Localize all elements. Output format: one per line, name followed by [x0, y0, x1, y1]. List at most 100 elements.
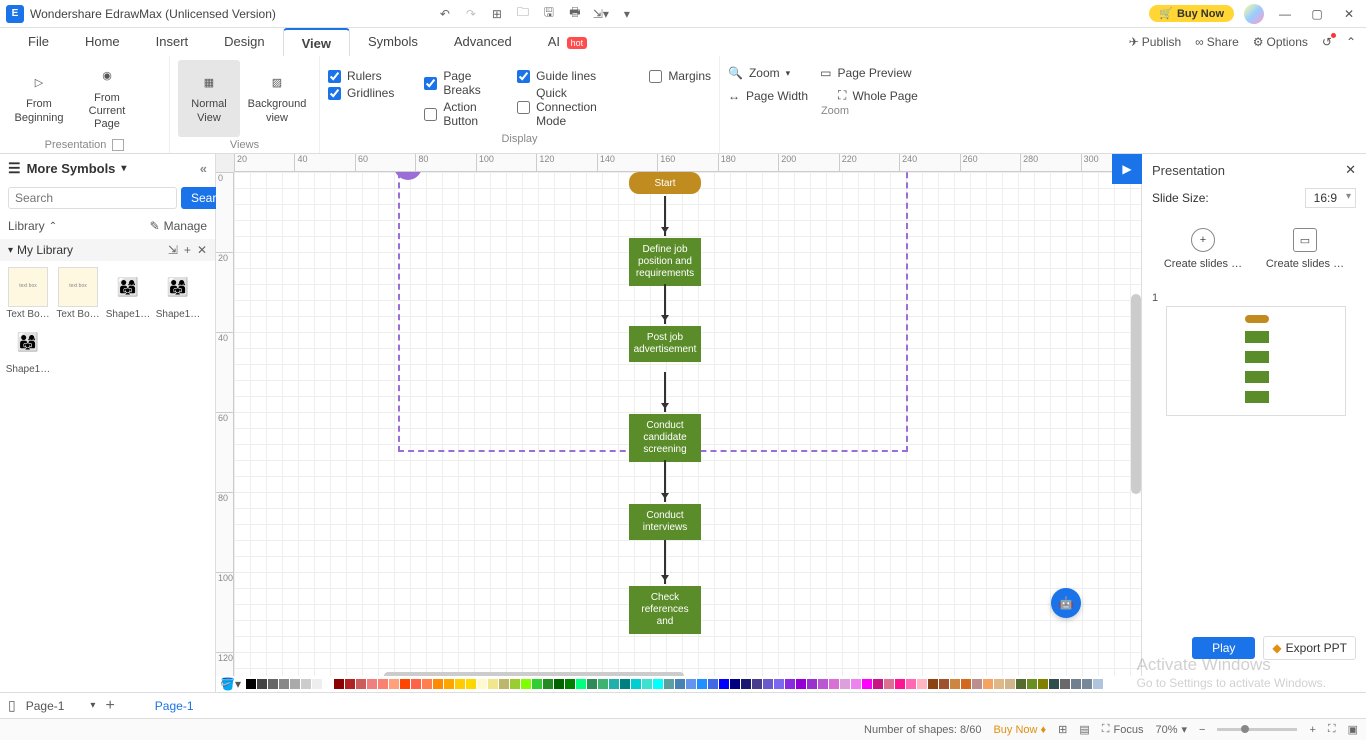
flowchart-start[interactable]: Start [629, 172, 701, 194]
connector[interactable] [664, 284, 666, 324]
vertical-scrollbar[interactable] [1131, 294, 1141, 494]
zoom-button[interactable]: 🔍Zoom▾ [728, 66, 790, 80]
view-mode-icon[interactable]: ⊞ [1058, 723, 1067, 736]
undo-icon[interactable]: ↶ [436, 5, 454, 23]
color-swatch[interactable] [444, 679, 454, 689]
drawing-canvas[interactable]: Start Define job position and requiremen… [234, 172, 1141, 710]
expand-icon[interactable]: ▾ [8, 245, 13, 256]
color-swatch[interactable] [851, 679, 861, 689]
minimize-button[interactable]: — [1274, 7, 1296, 21]
color-swatch[interactable] [400, 679, 410, 689]
zoom-in-button[interactable]: + [1309, 724, 1315, 736]
color-swatch[interactable] [257, 679, 267, 689]
print-icon[interactable]: 🖶 [566, 5, 584, 23]
whole-page-button[interactable]: ⛶Whole Page [838, 88, 918, 103]
library-item[interactable]: text boxText Bo… [54, 267, 102, 320]
color-swatch[interactable] [983, 679, 993, 689]
connector[interactable] [664, 196, 666, 236]
color-swatch[interactable] [686, 679, 696, 689]
options-button[interactable]: ⚙Options [1253, 35, 1308, 49]
flowchart-box[interactable]: Conduct candidate screening [629, 414, 701, 462]
connector[interactable] [664, 372, 666, 412]
color-swatch[interactable] [378, 679, 388, 689]
color-swatch[interactable] [1016, 679, 1026, 689]
menu-ai[interactable]: AI hot [530, 28, 605, 56]
library-item[interactable]: text boxText Bo… [4, 267, 52, 320]
color-swatch[interactable] [411, 679, 421, 689]
color-swatch[interactable] [312, 679, 322, 689]
create-slides-auto-button[interactable]: ▭ Create slides … [1266, 228, 1344, 270]
color-swatch[interactable] [928, 679, 938, 689]
fit-page-icon[interactable]: ⛶ [1328, 723, 1336, 736]
color-swatch[interactable] [939, 679, 949, 689]
color-swatch[interactable] [774, 679, 784, 689]
flowchart-box[interactable]: Post job advertisement [629, 326, 701, 362]
color-swatch[interactable] [1027, 679, 1037, 689]
collapse-panel-icon[interactable]: « [200, 161, 207, 176]
flowchart-box[interactable]: Define job position and requirements [629, 238, 701, 286]
page-layout-icon[interactable]: ▯ [8, 697, 16, 714]
color-swatch[interactable] [642, 679, 652, 689]
color-swatch[interactable] [873, 679, 883, 689]
color-swatch[interactable] [477, 679, 487, 689]
selection-frame[interactable] [398, 172, 908, 452]
color-swatch[interactable] [499, 679, 509, 689]
color-swatch[interactable] [796, 679, 806, 689]
color-swatch[interactable] [752, 679, 762, 689]
create-slides-button[interactable]: + Create slides … [1164, 228, 1242, 270]
share-button[interactable]: ∞Share [1195, 35, 1239, 49]
page-width-button[interactable]: ↔Page Width [728, 88, 808, 103]
color-swatch[interactable] [576, 679, 586, 689]
page-tab[interactable]: Page-1 [155, 699, 194, 713]
color-swatch[interactable] [543, 679, 553, 689]
color-swatch[interactable] [1082, 679, 1092, 689]
color-swatch[interactable] [697, 679, 707, 689]
color-swatch[interactable] [708, 679, 718, 689]
color-swatch[interactable] [334, 679, 344, 689]
color-swatch[interactable] [455, 679, 465, 689]
layers-icon[interactable]: ▤ [1079, 723, 1089, 736]
color-swatch[interactable] [961, 679, 971, 689]
color-swatch[interactable] [972, 679, 982, 689]
assistant-icon[interactable]: 🤖 [1051, 588, 1081, 618]
color-swatch[interactable] [510, 679, 520, 689]
color-swatch[interactable] [1049, 679, 1059, 689]
color-swatch[interactable] [664, 679, 674, 689]
zoom-out-button[interactable]: − [1199, 724, 1205, 736]
color-swatch[interactable] [620, 679, 630, 689]
color-swatch[interactable] [730, 679, 740, 689]
color-swatch[interactable] [818, 679, 828, 689]
library-item[interactable]: 👨‍👩‍👧Shape1… [104, 267, 152, 320]
color-swatch[interactable] [389, 679, 399, 689]
color-swatch[interactable] [785, 679, 795, 689]
page-selector[interactable]: Page-1▾ [26, 699, 96, 713]
from-beginning-button[interactable]: ▷ From Beginning [8, 60, 70, 137]
page-preview-button[interactable]: ▭Page Preview [820, 66, 911, 80]
connector[interactable] [664, 460, 666, 502]
buy-now-link[interactable]: Buy Now ♦ [993, 724, 1046, 736]
close-lib-icon[interactable]: ✕ [197, 243, 207, 257]
color-swatch[interactable] [1071, 679, 1081, 689]
color-swatch[interactable] [422, 679, 432, 689]
color-swatch[interactable] [290, 679, 300, 689]
fill-bucket-icon[interactable]: 🪣▾ [220, 677, 241, 691]
color-swatch[interactable] [719, 679, 729, 689]
color-swatch[interactable] [367, 679, 377, 689]
color-swatch[interactable] [895, 679, 905, 689]
action-button-checkbox[interactable]: Action Button [424, 100, 487, 128]
symbol-search-input[interactable] [8, 187, 177, 209]
export-ppt-button[interactable]: ◆Export PPT [1263, 636, 1356, 660]
collapse-ribbon-icon[interactable]: ⌃ [1346, 35, 1356, 49]
menu-advanced[interactable]: Advanced [436, 28, 530, 56]
margins-checkbox[interactable]: Margins [649, 69, 711, 83]
page-breaks-checkbox[interactable]: Page Breaks [424, 69, 487, 97]
color-swatch[interactable] [1093, 679, 1103, 689]
export-lib-icon[interactable]: ⇲ [168, 243, 178, 257]
color-swatch[interactable] [994, 679, 1004, 689]
flowchart-box[interactable]: Conduct interviews [629, 504, 701, 540]
color-swatch[interactable] [268, 679, 278, 689]
color-swatch[interactable] [840, 679, 850, 689]
color-swatch[interactable] [631, 679, 641, 689]
slide-thumbnail[interactable] [1166, 306, 1346, 416]
close-button[interactable]: ✕ [1338, 7, 1360, 21]
